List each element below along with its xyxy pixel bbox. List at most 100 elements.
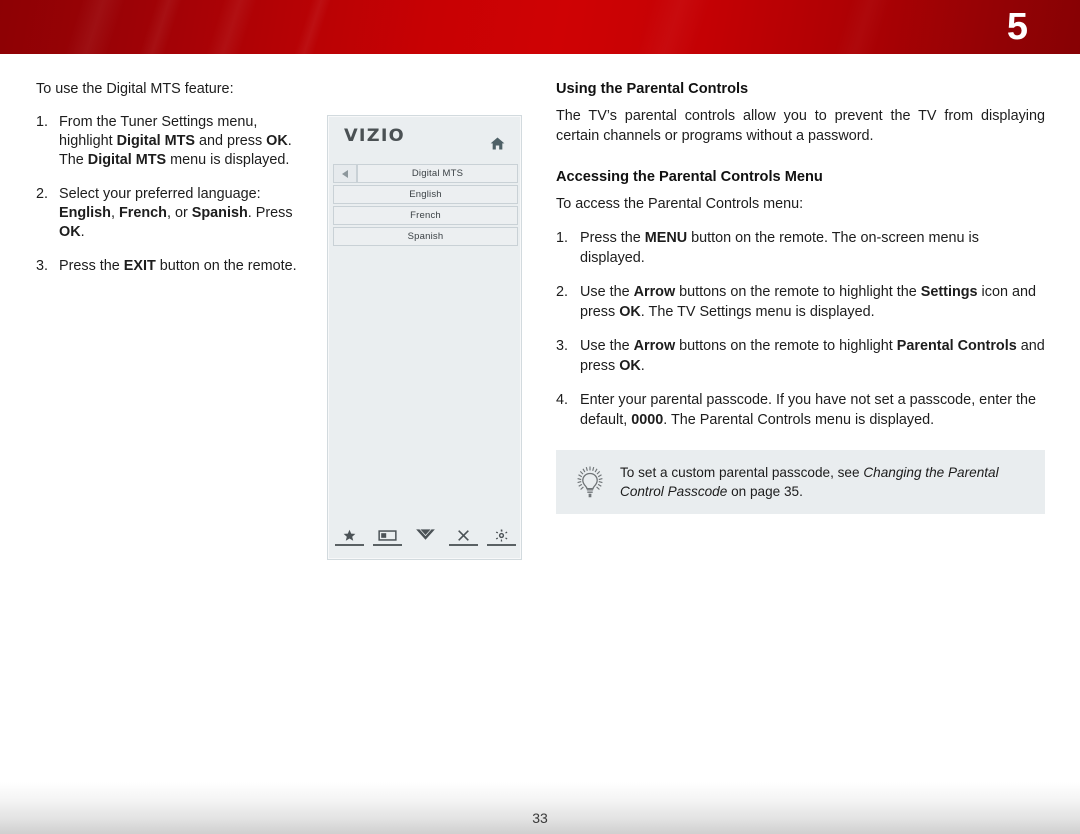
text-run: menu is displayed. [166,152,290,168]
numbered-step: 1. From the Tuner Settings menu, highligh… [36,113,308,170]
text-run: on page 35. [727,484,803,499]
header-sheen [822,0,898,54]
picture-mode-icon[interactable] [373,528,402,546]
text-run: MENU [644,230,688,246]
text-run: English [59,205,111,221]
footer-gradient [0,782,1080,834]
text-run: OK [619,303,641,320]
section-heading-using-parental-controls: Using the Parental Controls [556,81,749,97]
numbered-step: 2. Select your preferred language: Englis… [36,185,308,242]
chapter-number: 5 [1006,6,1028,48]
tv-screen-mockup: VIZIO Digital MTS English French Spanish [327,115,522,560]
numbered-step: 3. Use the Arrow buttons on the remote to… [556,337,1045,376]
text-run: and press [194,133,267,149]
menu-option-label: Spanish [333,227,518,246]
tv-bottom-icon-bar [328,528,523,546]
chapter-header-band: 5 [0,0,1080,54]
back-arrow-icon[interactable] [333,164,357,183]
step-marker: 2. [556,284,569,300]
step-marker: 4. [556,392,569,408]
right-column: Using the Parental Controls The TV’s par… [556,80,1045,514]
step-marker: 2. [36,186,49,202]
text-run: Select your preferred language: [59,186,261,202]
text-run: . The TV Settings menu is displayed. [640,303,875,320]
step-text: Press the EXIT button on the remote. [59,257,308,276]
header-sheen [52,0,132,54]
tip-text: To set a custom parental passcode, see C… [620,463,1031,501]
step-text: Select your preferred language: English,… [59,185,308,242]
text-run: Arrow [633,338,676,354]
section-heading-accessing-menu: Accessing the Parental Controls Menu [556,169,823,185]
step-text: Use the Arrow buttons on the remote to h… [580,337,1045,376]
menu-option-label: French [333,206,518,225]
text-run: button on the remote. [155,258,297,274]
text-run: 0000 [631,411,664,428]
text-run: Arrow [633,284,676,300]
text-run: EXIT [123,258,156,274]
text-run: Use the [580,284,634,300]
text-run: Use the [580,338,634,354]
accessing-menu-lead-text: To access the Parental Controls menu: [556,196,804,212]
chevron-down-icon[interactable] [411,528,440,546]
numbered-step: 4. Enter your parental passcode. If you h… [556,391,1045,430]
parental-controls-intro-paragraph: The TV’s parental controls allow you to … [556,108,1045,144]
step-text: Enter your parental passcode. If you hav… [580,391,1045,430]
header-sheen [622,0,718,54]
text-run: Parental Controls [896,338,1017,354]
menu-row-option[interactable]: Spanish [333,227,518,246]
text-run: . The Parental Controls menu is displaye… [663,411,935,428]
tip-callout-box: To set a custom parental passcode, see C… [556,450,1045,514]
text-run: To set a custom parental passcode, see [620,465,864,480]
text-run: French [118,205,167,221]
home-icon[interactable] [490,137,505,150]
header-sheen [194,0,264,54]
step-marker: 3. [556,338,569,354]
step-text: Use the Arrow buttons on the remote to h… [580,283,1045,322]
text-run: . [80,224,85,240]
left-steps-list: 1. From the Tuner Settings menu, highligh… [36,113,308,276]
close-icon[interactable] [449,528,478,546]
step-text: From the Tuner Settings menu, highlight … [59,113,308,170]
text-run: OK [59,224,81,240]
menu-row-option[interactable]: French [333,206,518,225]
menu-title-cell: Digital MTS [357,164,518,183]
text-run: . [640,357,645,374]
text-run: Press the [580,230,645,246]
step-text: Press the MENU button on the remote. The… [580,229,1045,268]
text-run: , [110,205,119,221]
text-run: Spanish [191,205,248,221]
header-sheen [282,0,338,54]
numbered-step: 3. Press the EXIT button on the remote. [36,257,308,276]
star-icon[interactable] [335,528,364,546]
step-marker: 1. [556,230,569,246]
left-column: To use the Digital MTS feature: 1. From t… [36,80,308,291]
tv-menu-rows: Digital MTS English French Spanish [333,164,518,248]
header-sheen [127,0,189,54]
text-run: Settings [920,284,978,300]
page-number: 33 [532,810,548,826]
text-run: Press the [59,258,124,274]
menu-row-option[interactable]: English [333,185,518,204]
menu-row-title[interactable]: Digital MTS [333,164,518,183]
right-steps-list: 1. Press the MENU button on the remote. T… [556,229,1045,430]
step-marker: 3. [36,258,49,274]
text-run: Digital MTS [87,152,167,168]
menu-option-label: English [333,185,518,204]
text-run: Digital MTS [116,133,195,149]
text-run: buttons on the remote to highlight [675,338,897,354]
text-run: OK [619,357,641,374]
left-lead-text: To use the Digital MTS feature: [36,81,234,97]
text-run: . Press [247,205,293,221]
text-run: , or [166,205,192,221]
step-marker: 1. [36,114,49,130]
numbered-step: 2. Use the Arrow buttons on the remote to… [556,283,1045,322]
numbered-step: 1. Press the MENU button on the remote. T… [556,229,1045,268]
text-run: buttons on the remote to highlight the [675,284,921,300]
text-run: OK [266,133,288,149]
tv-panel: VIZIO Digital MTS English French Spanish [327,115,522,560]
gear-icon[interactable] [487,528,516,546]
tv-topbar: VIZIO [328,116,521,161]
manual-page: 5 To use the Digital MTS feature: 1. From… [0,0,1080,834]
vizio-logo: VIZIO [344,126,405,146]
page-content: To use the Digital MTS feature: 1. From t… [0,54,1080,784]
